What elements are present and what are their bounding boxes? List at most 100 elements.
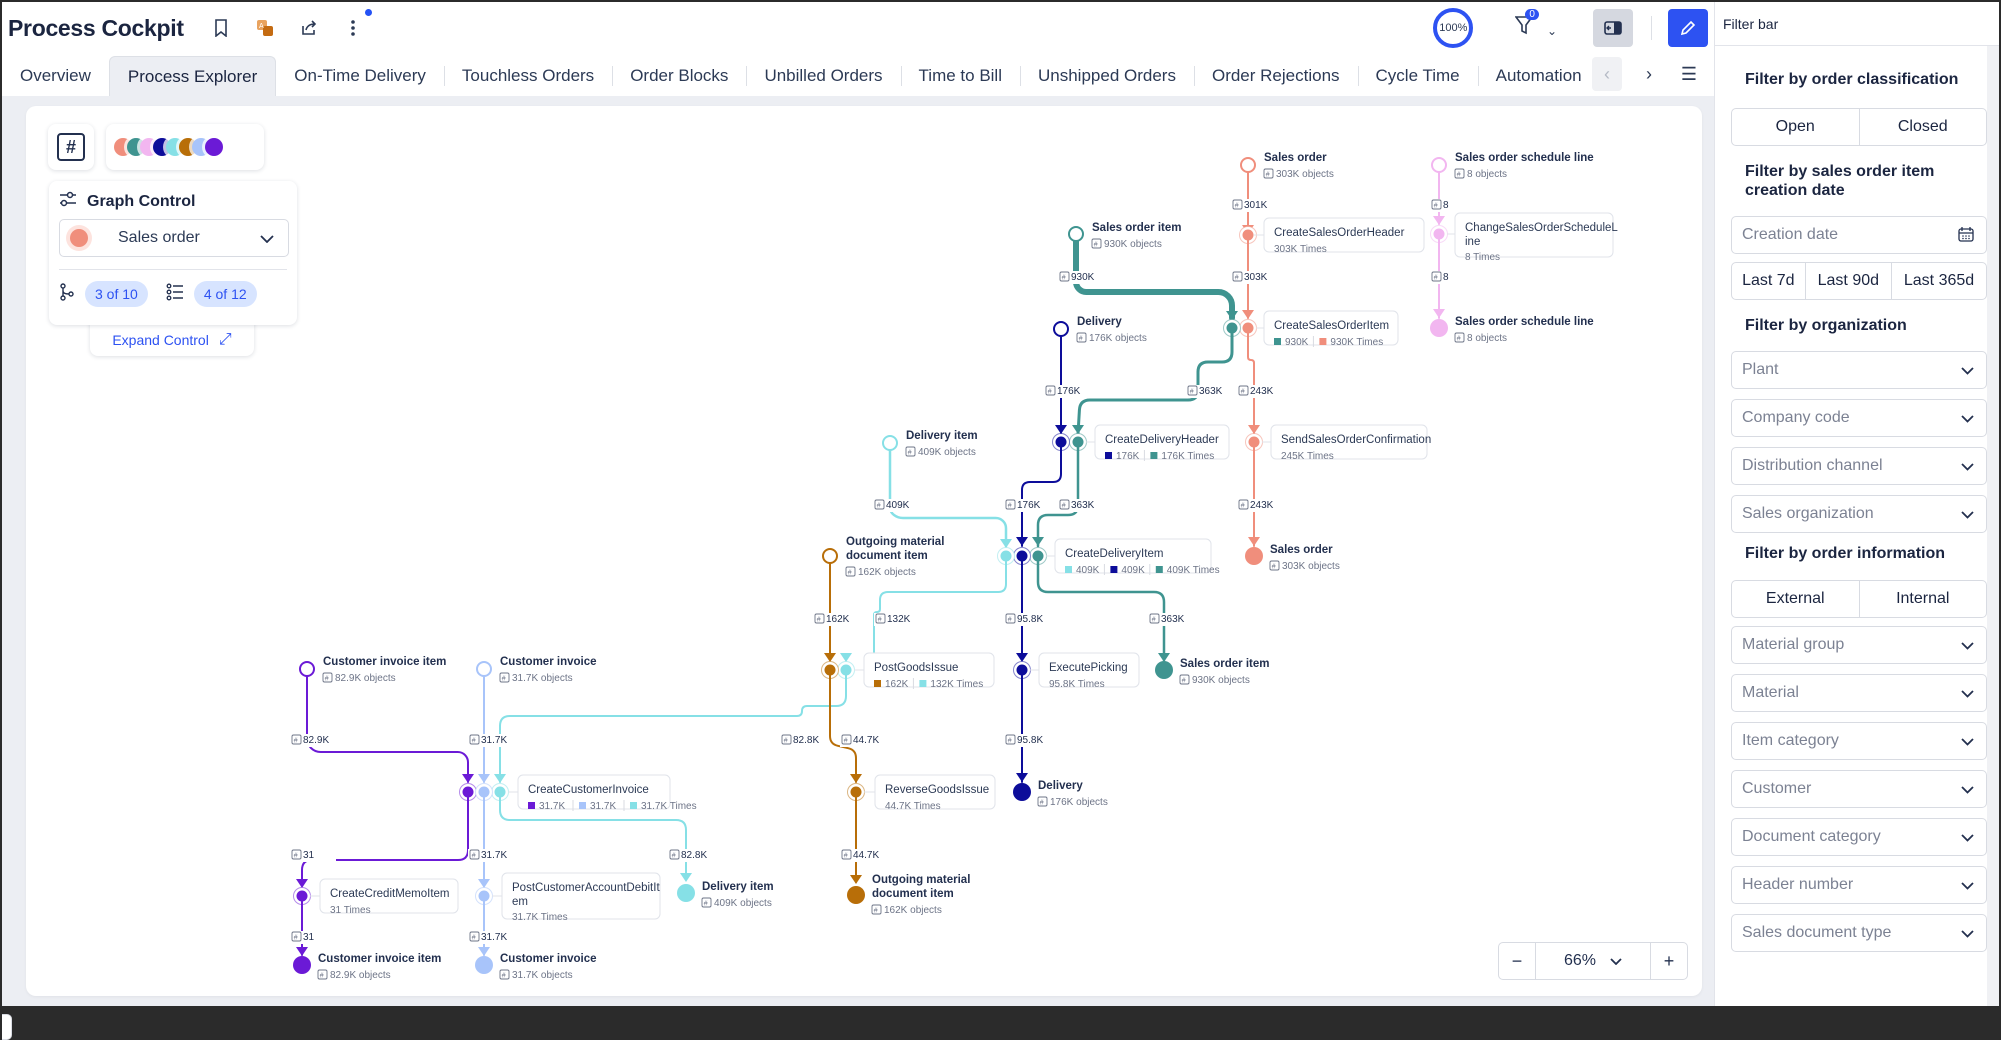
zoom-in-button[interactable]: + bbox=[1651, 943, 1687, 979]
dropdown-placeholder: Customer bbox=[1742, 780, 1812, 797]
toggle-panel-button[interactable] bbox=[1593, 9, 1633, 47]
filter-panel-body: Filter by order classification Open Clos… bbox=[1715, 46, 1999, 1006]
material-group-dropdown[interactable]: Material group bbox=[1731, 626, 1987, 664]
translate-icon[interactable]: A bbox=[254, 17, 276, 39]
tab-cycle-time[interactable]: Cycle Time bbox=[1357, 56, 1478, 96]
start-node-circle[interactable] bbox=[822, 548, 838, 564]
stat-color-square bbox=[1065, 566, 1072, 573]
tab-order-blocks[interactable]: Order Blocks bbox=[612, 56, 746, 96]
start-node-circle[interactable] bbox=[1240, 157, 1256, 173]
page-title: Process Cockpit bbox=[8, 14, 184, 41]
zoom-level-select[interactable]: 66% bbox=[1535, 943, 1651, 979]
end-node-circle[interactable] bbox=[677, 884, 695, 902]
start-node-circle[interactable] bbox=[1431, 157, 1447, 173]
object-color-legend[interactable] bbox=[106, 124, 264, 170]
more-options-icon[interactable] bbox=[342, 9, 372, 39]
closed-option[interactable]: Closed bbox=[1858, 109, 1987, 145]
open-option[interactable]: Open bbox=[1732, 109, 1859, 145]
end-node-circle[interactable] bbox=[293, 956, 311, 974]
hash-badge-glyph: # bbox=[1048, 389, 1052, 396]
edit-button[interactable] bbox=[1668, 9, 1708, 47]
tab-touchless-orders[interactable]: Touchless Orders bbox=[443, 56, 612, 96]
edge-line[interactable] bbox=[306, 675, 469, 783]
show-counts-toggle[interactable]: # bbox=[48, 124, 94, 170]
activity-box[interactable] bbox=[1454, 212, 1614, 258]
tab-on-time-delivery[interactable]: On-Time Delivery bbox=[276, 56, 444, 96]
tab-scroll-left-button[interactable]: ‹ bbox=[1592, 57, 1622, 91]
share-icon[interactable] bbox=[298, 17, 320, 39]
plant-dropdown[interactable]: Plant bbox=[1731, 351, 1987, 389]
object-type-select[interactable]: Sales order bbox=[59, 219, 289, 257]
process-graph-area[interactable]: #301K #303K #243K #243K Sales order #303K obj… bbox=[26, 106, 1702, 996]
activity-name: CreateSalesOrderHeader bbox=[1274, 227, 1405, 239]
edge-label: 31.7K bbox=[481, 735, 507, 746]
events-count-pill[interactable]: 4 of 12 bbox=[193, 281, 257, 307]
end-node-circle[interactable] bbox=[475, 956, 493, 974]
progress-ring[interactable]: 100% bbox=[1433, 8, 1474, 48]
last-7d-button[interactable]: Last 7d bbox=[1732, 263, 1805, 299]
start-node-circle[interactable] bbox=[299, 661, 315, 677]
start-node-circle[interactable] bbox=[882, 435, 898, 451]
calendar-icon[interactable] bbox=[1958, 226, 1974, 245]
end-node-circle[interactable] bbox=[847, 886, 865, 904]
edge-line[interactable] bbox=[1036, 440, 1080, 548]
customer-dropdown[interactable]: Customer bbox=[1731, 770, 1987, 808]
sales-document-type-dropdown[interactable]: Sales document type bbox=[1731, 914, 1987, 952]
filter-dropdown[interactable]: 0 ⌄ bbox=[1514, 9, 1557, 41]
document-category-dropdown[interactable]: Document category bbox=[1731, 818, 1987, 856]
end-node-circle[interactable] bbox=[1245, 547, 1263, 565]
edge-label: 363K bbox=[1161, 614, 1185, 625]
distribution-channel-dropdown[interactable]: Distribution channel bbox=[1731, 447, 1987, 485]
item-category-dropdown[interactable]: Item category bbox=[1731, 722, 1987, 760]
node-count: 162K objects bbox=[858, 567, 916, 578]
sales-organization-dropdown[interactable]: Sales organization bbox=[1731, 495, 1987, 533]
tab-automation[interactable]: Automation bbox=[1477, 56, 1600, 96]
section-title-order-info: Filter by order information bbox=[1745, 545, 1946, 562]
object-color-swatch[interactable] bbox=[205, 138, 223, 156]
edge-line[interactable] bbox=[888, 448, 1008, 548]
hash-badge-glyph: # bbox=[1062, 275, 1066, 282]
hash-badge-glyph: # bbox=[908, 450, 912, 457]
header-number-dropdown[interactable]: Header number bbox=[1731, 866, 1987, 904]
edge-line[interactable] bbox=[301, 791, 469, 887]
tab-menu-icon[interactable]: ☰ bbox=[1674, 57, 1704, 91]
node-count: 409K objects bbox=[918, 447, 976, 458]
hash-badge-glyph: # bbox=[672, 853, 676, 860]
edge-label: 8 bbox=[1443, 200, 1449, 211]
tab-unbilled-orders[interactable]: Unbilled Orders bbox=[746, 56, 900, 96]
external-option[interactable]: External bbox=[1732, 581, 1859, 617]
hash-badge-glyph: # bbox=[874, 908, 878, 915]
zoom-out-button[interactable]: − bbox=[1499, 943, 1535, 979]
end-node-circle[interactable] bbox=[1013, 783, 1031, 801]
activity-name: ine bbox=[1465, 236, 1480, 248]
internal-option[interactable]: Internal bbox=[1858, 581, 1987, 617]
edge-label: 44.7K bbox=[853, 850, 879, 861]
edge-line[interactable] bbox=[829, 669, 857, 783]
tab-process-explorer[interactable]: Process Explorer bbox=[108, 56, 277, 96]
edge-line[interactable] bbox=[1247, 327, 1255, 435]
last-90d-button[interactable]: Last 90d bbox=[1804, 263, 1891, 299]
node-title: Outgoing material bbox=[872, 874, 970, 886]
material-dropdown[interactable]: Material bbox=[1731, 674, 1987, 712]
start-node-circle[interactable] bbox=[1068, 226, 1084, 242]
start-node-circle[interactable] bbox=[476, 661, 492, 677]
collapsed-side-handle[interactable] bbox=[2, 1014, 12, 1040]
last-365d-button[interactable]: Last 365d bbox=[1891, 263, 1986, 299]
start-node-circle[interactable] bbox=[1053, 321, 1069, 337]
bookmark-icon[interactable] bbox=[210, 17, 232, 39]
tab-scroll-right-button[interactable]: › bbox=[1634, 57, 1664, 91]
end-node-circle[interactable] bbox=[1155, 661, 1173, 679]
tab-overview[interactable]: Overview bbox=[2, 56, 109, 96]
tab-unshipped-orders[interactable]: Unshipped Orders bbox=[1020, 56, 1194, 96]
edge-line[interactable] bbox=[1021, 441, 1062, 547]
creation-date-input[interactable]: Creation date bbox=[1731, 216, 1987, 254]
edge-label: 303K bbox=[1244, 272, 1268, 283]
objects-count-pill[interactable]: 3 of 10 bbox=[85, 281, 148, 307]
tab-order-rejections[interactable]: Order Rejections bbox=[1193, 56, 1358, 96]
edge-line[interactable] bbox=[499, 669, 847, 783]
tab-time-to-bill[interactable]: Time to Bill bbox=[900, 56, 1020, 96]
end-node-circle[interactable] bbox=[1430, 319, 1448, 337]
node-title: Customer invoice item bbox=[318, 953, 441, 965]
chevron-down-icon bbox=[1961, 410, 1974, 426]
company-code-dropdown[interactable]: Company code bbox=[1731, 399, 1987, 437]
